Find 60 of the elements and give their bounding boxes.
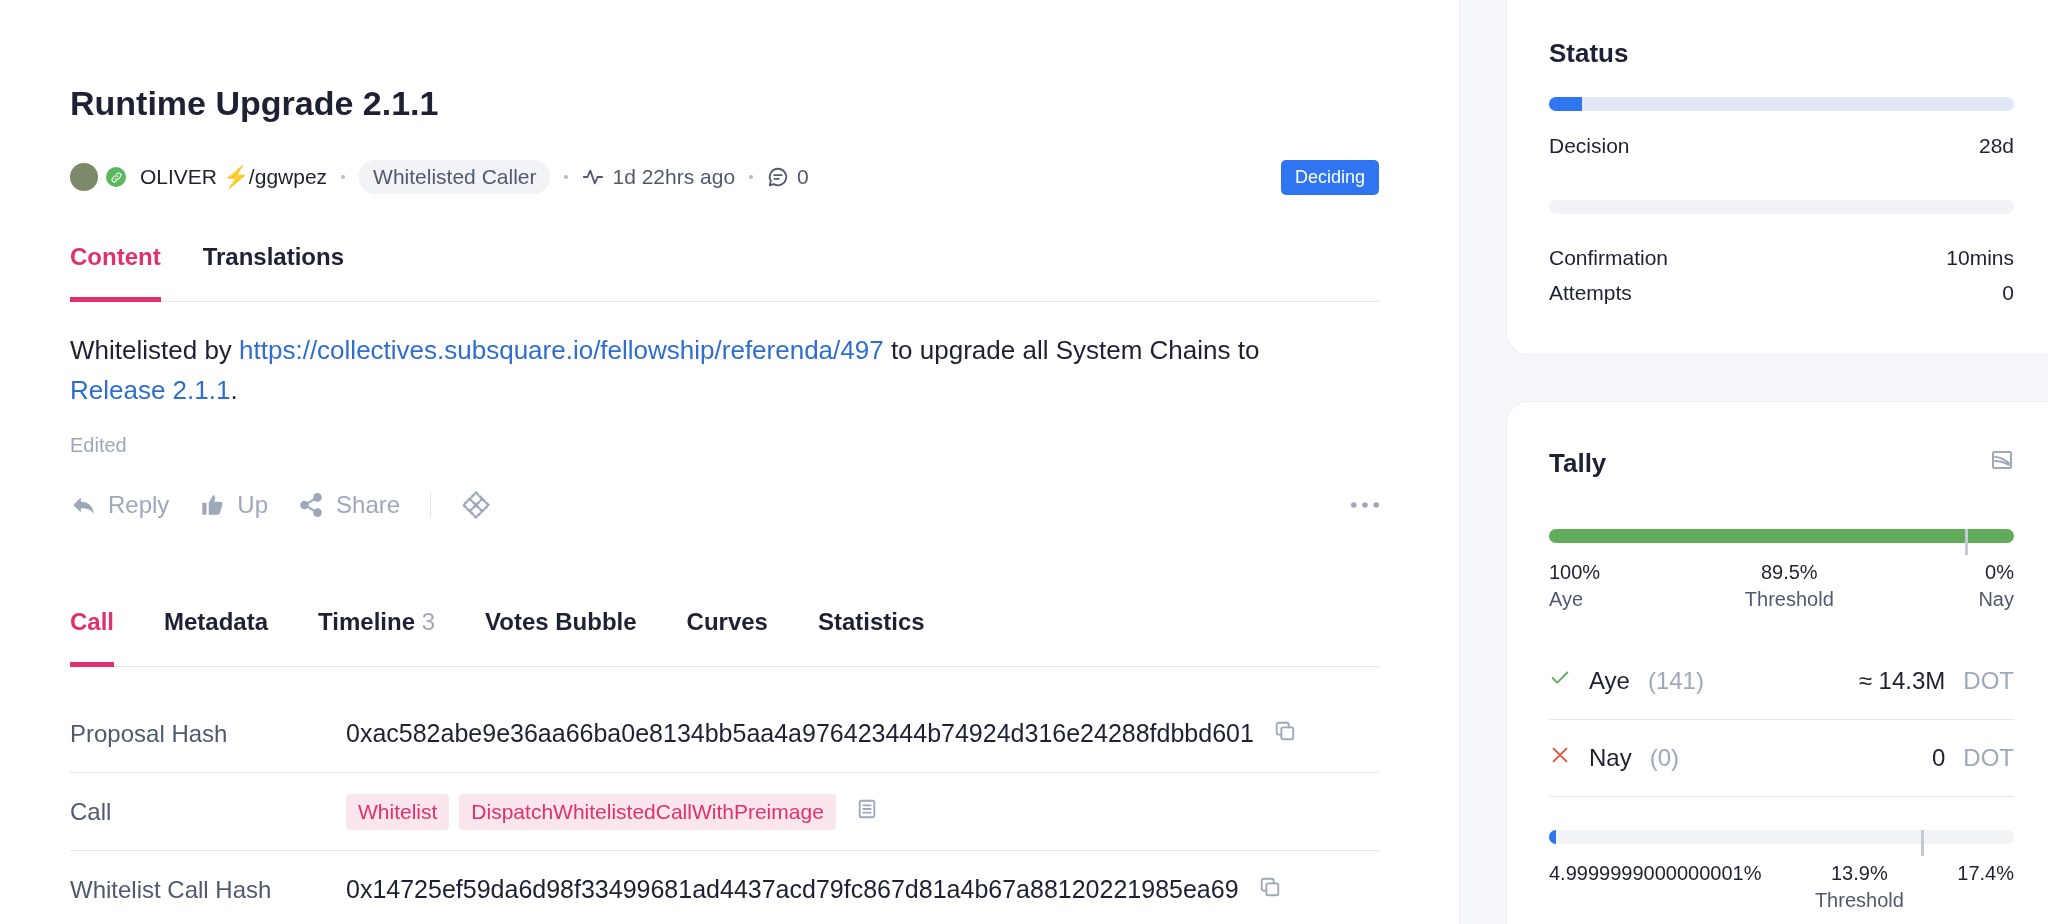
field-label: Whitelist Call Hash [70,875,273,904]
vote-amount: 0 [1931,744,1946,772]
description-text: Whitelisted by https://collectives.subsquare.io/fellowship/referenda/497 to upgrade all System Chains to Release 2.1.1. [70,334,1261,407]
tab[interactable]: Call [70,581,114,667]
call-tag: Whitelist [346,793,450,830]
card-title: Tally [1549,448,1607,479]
role-tag: Whitelisted Caller [359,160,551,194]
status-badge: Deciding [1280,159,1379,195]
percentage: 100% [1549,561,1601,583]
comment-count: 0 [797,165,809,189]
tab[interactable]: Translations [202,216,345,302]
phase-value: 10mins [1946,245,2014,270]
tab[interactable]: Statistics [817,581,925,667]
card-title: Status [1549,38,1629,69]
diamond-dots-icon [461,490,492,520]
field-label: Call [70,797,113,826]
avatar [70,163,98,191]
hash-value: 0x14725ef59da6d98f33499681ad4437acd79fc867d81a4b67a88120221985ea69 [346,875,1239,904]
phase-label: Decision [1549,133,1630,158]
call-tag: DispatchWhitelistedCallWithPreimage [459,793,836,830]
share-icon [298,492,325,518]
comment-icon [767,166,790,188]
link[interactable]: https://collectives.subsquare.io/fellowship/referenda/497 [239,335,884,365]
phase-label: Attempts [1549,280,1632,305]
percentage: 89.5% [1760,561,1818,583]
time-ago: 1d 22hrs ago [612,165,736,189]
copy-icon [1258,876,1281,898]
more-icon [1351,502,1379,508]
tab[interactable]: Timeline 3 [318,581,435,667]
page-title: Runtime Upgrade 2.1.1 [70,83,440,123]
percentage: 4.9999999000000001% [1549,862,1762,884]
field-label: Proposal Hash [70,719,229,748]
caption: Threshold [1743,587,1835,612]
caption: Threshold [1813,888,1905,913]
edited-label: Edited [70,434,128,457]
vote-count: (0) [1649,744,1680,772]
percentage: 0% [1985,561,2014,583]
tab[interactable]: Curves [686,581,768,667]
hash-value: 0xac582abe9e36aa66ba0e8134bb5aa4a976423444b74924d316e24288fdbbd601 [346,719,1254,748]
vote-label: Nay [1589,744,1632,772]
tab[interactable]: Votes Bubble [485,581,637,667]
link-icon [109,170,123,184]
percentage: 13.9% [1831,862,1888,884]
phase-label: Confirmation [1549,245,1669,270]
vote-count: (141) [1647,667,1704,695]
phase-value: 0 [2002,280,2014,305]
caption: Aye [1549,587,1585,612]
chart-icon [1990,448,2014,472]
vote-amount: ≈ 14.3M [1858,667,1946,695]
percentage: 17.4% [1957,862,2014,884]
tab[interactable]: Content [70,216,161,302]
link[interactable]: Release 2.1.1 [70,375,231,405]
tab[interactable]: Metadata [164,581,269,667]
token-unit: DOT [1963,667,2014,695]
author-name[interactable]: OLIVER ⚡/ggwpez [140,165,328,189]
caption: Nay [1978,587,2014,612]
vote-label: Aye [1589,667,1630,695]
phase-value: 28d [1978,133,2014,158]
token-unit: DOT [1963,744,2014,772]
copy-icon [1273,720,1296,742]
